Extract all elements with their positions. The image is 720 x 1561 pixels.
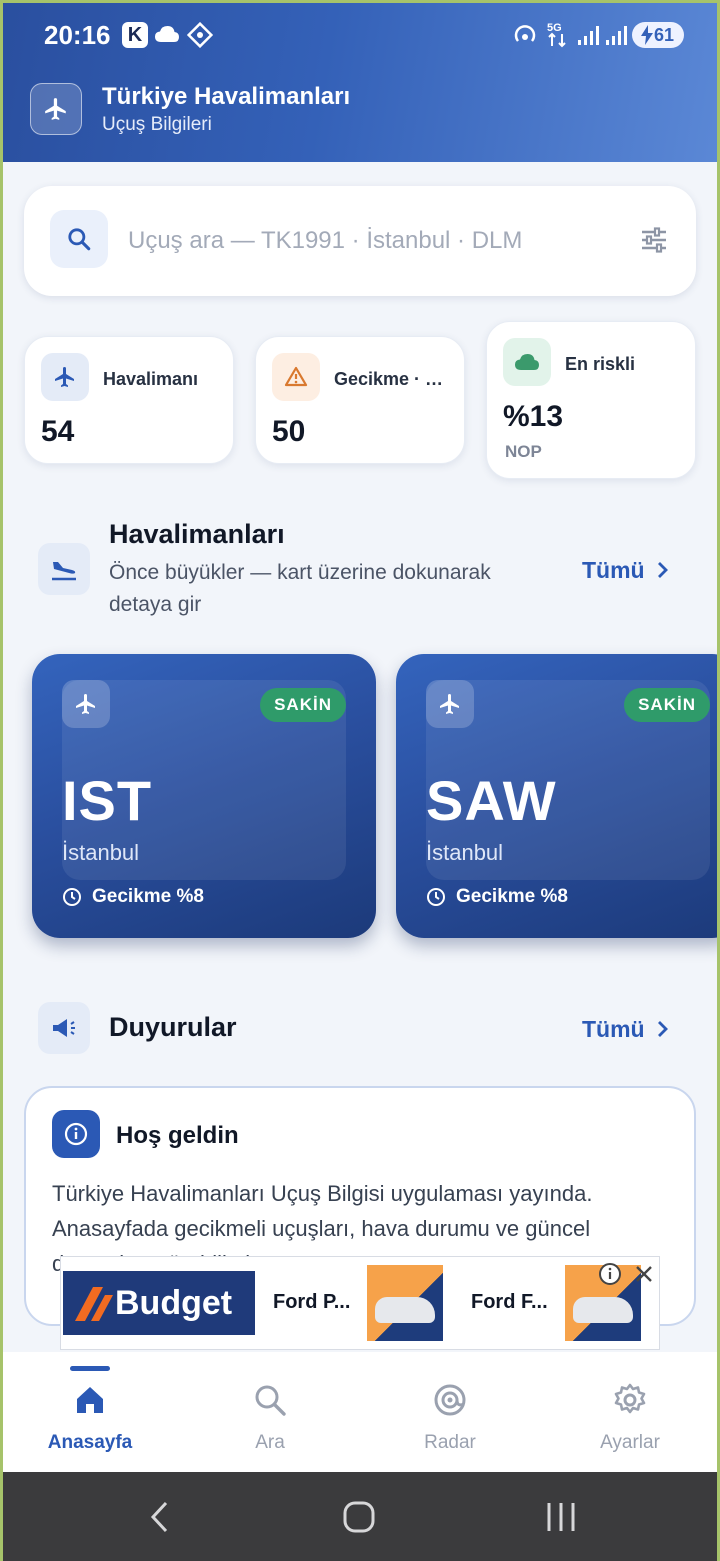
search-input[interactable]: Uçuş ara — TK1991 · İstanbul · DLM [128, 227, 522, 255]
signal-icon-2 [606, 26, 627, 45]
nav-radar[interactable]: Radar [360, 1352, 540, 1472]
charging-icon [641, 25, 653, 45]
airports-see-all-link[interactable]: Tümü [582, 557, 645, 584]
nav-label: Ara [255, 1432, 285, 1453]
airport-card-ist[interactable]: SAKİN IST İstanbul Gecikme %8 [32, 654, 376, 938]
status-badge: SAKİN [260, 688, 346, 722]
airplane-icon [426, 680, 474, 728]
airport-city: İstanbul [426, 840, 504, 865]
diamond-app-icon [187, 22, 213, 48]
stat-label: En riskli [565, 354, 636, 374]
svg-text:5G: 5G [547, 22, 562, 34]
back-icon[interactable] [148, 1500, 172, 1534]
home-button-icon[interactable] [342, 1500, 376, 1534]
network-5g-icon: 5G [547, 22, 566, 48]
home-icon [77, 1387, 103, 1413]
ad-car-image[interactable] [367, 1265, 443, 1341]
cloud-icon [503, 338, 551, 386]
airplane-icon [41, 353, 89, 401]
app-header: 20:16 K 5G 61 Türkiye Havalimanları Uçuş… [0, 0, 720, 162]
stat-label: Havalimanı [103, 369, 199, 389]
search-icon [255, 1385, 286, 1416]
chevron-right-icon[interactable] [656, 560, 670, 580]
status-bar: 20:16 K 5G 61 [0, 0, 720, 68]
app-subtitle: Uçuş Bilgileri [102, 114, 212, 135]
signal-icon [578, 26, 599, 45]
plane-landing-icon [38, 543, 90, 595]
ad-item-title[interactable]: Ford P... [273, 1291, 350, 1314]
announcement-title: Hoş geldin [116, 1122, 239, 1149]
announcements-see-all-link[interactable]: Tümü [582, 1016, 645, 1043]
ad-brand-logo[interactable]: Budget [63, 1271, 255, 1335]
airports-section-title: Havalimanları [109, 519, 285, 549]
clock-icon [63, 888, 81, 906]
stat-label: Gecikme · … [334, 369, 444, 389]
nav-label: Radar [424, 1432, 476, 1453]
ad-info-icon[interactable] [597, 1261, 623, 1287]
status-time: 20:16 [44, 20, 111, 50]
hotspot-icon [514, 25, 536, 42]
nav-home[interactable]: Anasayfa [0, 1352, 180, 1472]
recents-icon[interactable] [544, 1501, 578, 1533]
stat-card-riskiest[interactable]: En riskli %13 NOP [486, 321, 696, 479]
k-app-icon: K [122, 22, 148, 48]
search-icon [50, 210, 108, 268]
airport-code: IST [62, 769, 153, 832]
system-navigation-bar [0, 1472, 720, 1561]
app-title: Türkiye Havalimanları [102, 83, 351, 110]
clock-icon [427, 888, 445, 906]
megaphone-icon [38, 1002, 90, 1054]
info-icon [52, 1110, 100, 1158]
delay-text: Gecikme %8 [456, 886, 568, 907]
warning-icon [272, 353, 320, 401]
active-indicator [70, 1366, 110, 1371]
flight-search-bar[interactable]: Uçuş ara — TK1991 · İstanbul · DLM [24, 186, 696, 296]
status-badge: SAKİN [624, 688, 710, 722]
bottom-navigation: Anasayfa Ara Radar Ayarlar [0, 1352, 720, 1472]
stat-card-airports[interactable]: Havalimanı 54 [24, 336, 234, 464]
chevron-right-icon[interactable] [656, 1019, 670, 1039]
delay-info: Gecikme %8 [426, 886, 568, 908]
nav-settings[interactable]: Ayarlar [540, 1352, 720, 1472]
radar-icon [434, 1384, 466, 1416]
stat-airport-code: NOP [505, 442, 542, 461]
airports-section-description: Önce büyükler — kart üzerine dokunarak d… [109, 561, 491, 616]
cloud-icon [155, 26, 179, 42]
delay-text: Gecikme %8 [92, 886, 204, 907]
ad-item-title[interactable]: Ford F... [471, 1291, 548, 1314]
airplane-icon [62, 680, 110, 728]
nav-search[interactable]: Ara [180, 1352, 360, 1472]
airplane-icon [30, 83, 82, 135]
delay-info: Gecikme %8 [62, 886, 204, 908]
ad-brand-name: Budget [115, 1283, 233, 1322]
ad-banner[interactable]: Budget Ford P... Ford F... [60, 1256, 660, 1350]
airport-card-saw[interactable]: SAKİN SAW İstanbul Gecikme %8 [396, 654, 720, 938]
stat-card-delays[interactable]: Gecikme · … 50 [255, 336, 465, 464]
announcements-section-title: Duyurular [109, 1012, 237, 1042]
airport-city: İstanbul [62, 840, 140, 865]
ad-close-icon[interactable] [633, 1263, 655, 1285]
airport-code: SAW [426, 769, 557, 832]
nav-label: Anasayfa [47, 1432, 133, 1453]
stat-value: 50 [272, 415, 306, 448]
filter-icon[interactable] [640, 227, 668, 253]
stat-value: 54 [41, 415, 75, 448]
stat-value: %13 [503, 400, 564, 433]
budget-logo-icon [75, 1287, 113, 1321]
gear-icon [614, 1383, 646, 1414]
nav-label: Ayarlar [600, 1432, 660, 1453]
